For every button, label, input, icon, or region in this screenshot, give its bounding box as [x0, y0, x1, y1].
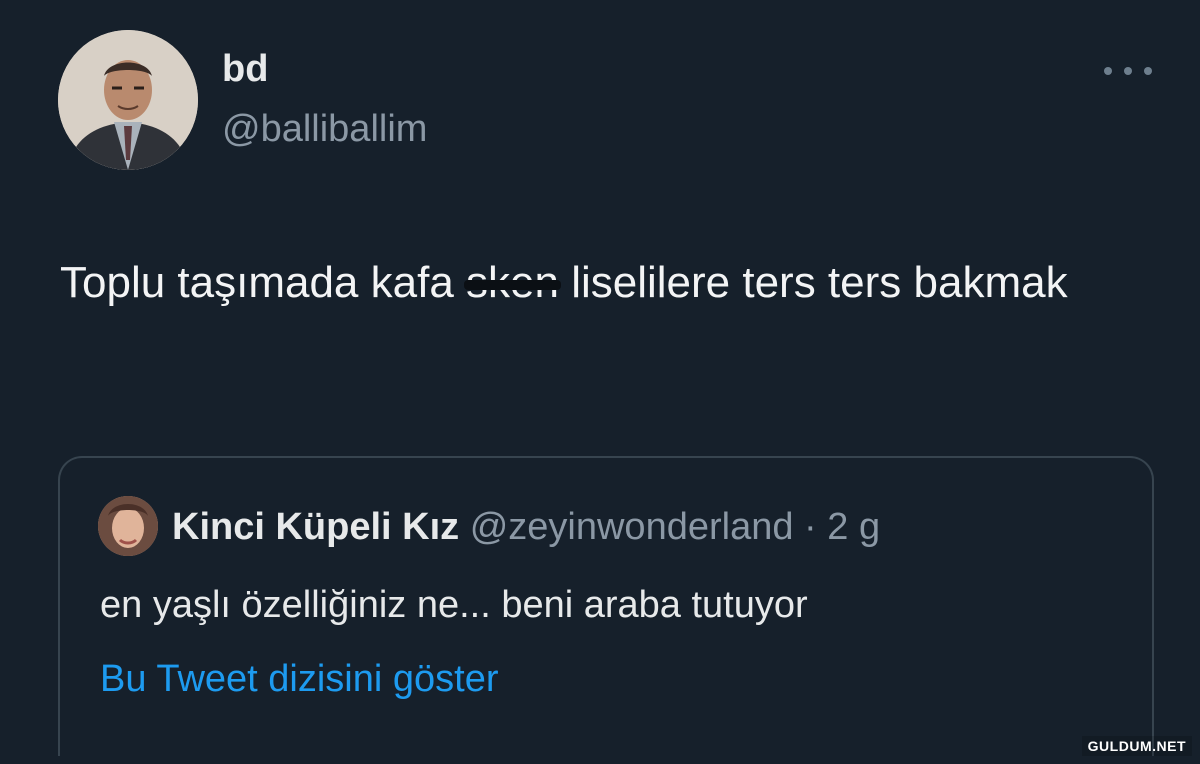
dot	[1104, 67, 1112, 75]
more-dots-icon[interactable]	[1104, 56, 1152, 86]
display-name[interactable]: bd	[222, 50, 268, 88]
profile-avatar[interactable]	[58, 30, 198, 170]
quoted-profile-avatar-image	[98, 496, 158, 556]
tweet-text-part: Toplu taşımada kafa	[60, 258, 467, 307]
user-handle[interactable]: @balliballim	[222, 110, 427, 148]
site-watermark: GULDUM.NET	[1081, 736, 1192, 756]
censored-word: sken	[464, 254, 561, 312]
separator: ·	[793, 506, 828, 548]
show-thread-link[interactable]: Bu Tweet dizisini göster	[100, 656, 499, 702]
quoted-tweet-header: Kinci Küpeli Kız @zeyinwonderland · 2 g	[172, 505, 880, 549]
tweet-text: Toplu taşımada kafa sken liselilere ters…	[60, 254, 1120, 312]
tweet-text-part: liselilere ters ters bakmak	[558, 258, 1068, 307]
dot	[1124, 67, 1132, 75]
quoted-tweet-text: en yaşlı özelliğiniz ne... beni araba tu…	[100, 584, 808, 626]
quoted-handle[interactable]: @zeyinwonderland	[470, 506, 794, 548]
quoted-timestamp[interactable]: 2 g	[827, 506, 880, 548]
profile-avatar-image	[58, 30, 198, 170]
dot	[1144, 67, 1152, 75]
quoted-display-name[interactable]: Kinci Küpeli Kız	[172, 506, 459, 548]
tweet-screen: bd @balliballim Toplu taşımada kafa sken…	[0, 0, 1200, 764]
quoted-profile-avatar[interactable]	[98, 496, 158, 556]
